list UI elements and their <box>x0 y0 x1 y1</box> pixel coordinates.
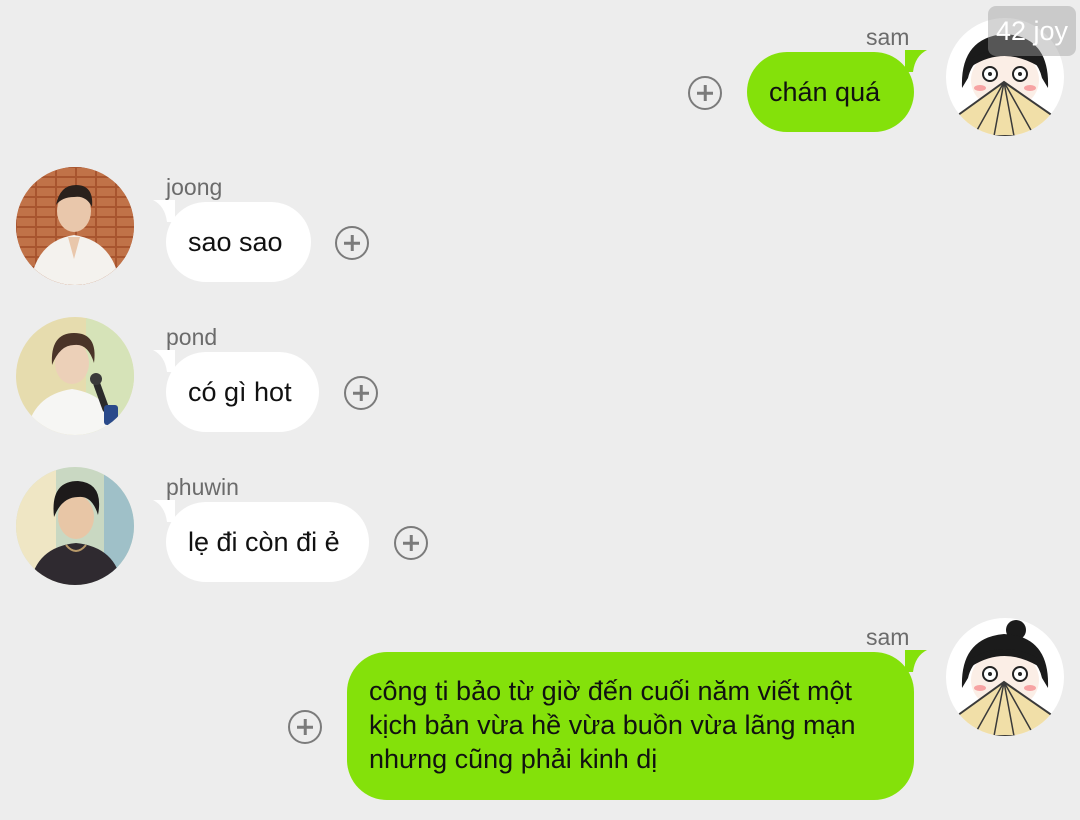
message-text-line: kịch bản vừa hề vừa buồn vừa lãng mạn <box>369 710 856 740</box>
message-row-pond: pond có gì hot <box>0 300 1080 450</box>
message-bubble[interactable]: công ti bảo từ giờ đến cuối năm viết một… <box>347 652 914 800</box>
bubble-tail <box>905 50 927 72</box>
avatar-joong[interactable] <box>16 167 134 285</box>
bubble-tail <box>153 350 175 372</box>
bubble-tail <box>153 200 175 222</box>
cartoon-avatar-icon <box>946 618 1064 736</box>
sender-name: sam <box>866 24 910 50</box>
bubble-tail <box>905 650 927 672</box>
add-reaction-button[interactable] <box>394 526 428 560</box>
message-text-line: công ti bảo từ giờ đến cuối năm viết một <box>369 676 853 706</box>
person-photo-icon <box>16 317 134 435</box>
message-row-sam-2: sam công ti bảo từ giờ đến cuối năm viết… <box>0 600 1080 820</box>
watermark-label: 42 joy <box>988 6 1076 56</box>
message-bubble[interactable]: sao sao <box>166 202 311 282</box>
message-text-line: nhưng cũng phải kinh dị <box>369 744 658 774</box>
message-text: chán quá <box>769 77 881 107</box>
message-row-joong: joong sao sao <box>0 150 1080 300</box>
message-row-phuwin: phuwin lẹ đi còn đi ẻ <box>0 450 1080 600</box>
message-bubble[interactable]: chán quá <box>747 52 914 132</box>
add-reaction-button[interactable] <box>288 710 322 744</box>
message-row-sam-1: sam chán quá <box>0 0 1080 150</box>
person-photo-icon <box>16 467 134 585</box>
avatar-phuwin[interactable] <box>16 467 134 585</box>
person-photo-icon <box>16 167 134 285</box>
bubble-tail <box>153 500 175 522</box>
add-reaction-button[interactable] <box>344 376 378 410</box>
add-reaction-button[interactable] <box>335 226 369 260</box>
avatar-pond[interactable] <box>16 317 134 435</box>
sender-name: pond <box>166 324 218 350</box>
message-text: lẹ đi còn đi ẻ <box>188 527 340 557</box>
sender-name: phuwin <box>166 474 239 500</box>
sender-name: sam <box>866 624 910 650</box>
add-reaction-button[interactable] <box>688 76 722 110</box>
message-text: có gì hot <box>188 377 292 407</box>
message-text: sao sao <box>188 227 283 257</box>
sender-name: joong <box>166 174 223 200</box>
message-bubble[interactable]: lẹ đi còn đi ẻ <box>166 502 369 582</box>
message-bubble[interactable]: có gì hot <box>166 352 319 432</box>
avatar-sam[interactable] <box>946 618 1064 736</box>
